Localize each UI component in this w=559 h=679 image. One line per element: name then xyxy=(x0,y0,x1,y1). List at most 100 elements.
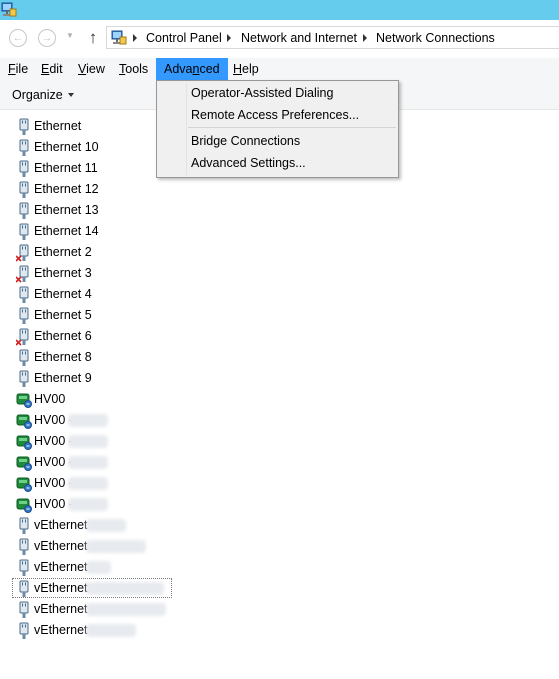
redacted-text xyxy=(86,540,146,553)
connection-item[interactable]: HV00 - xyxy=(14,494,314,515)
ethernet-icon xyxy=(16,538,32,556)
connection-name: HV00 xyxy=(34,392,66,406)
forward-button[interactable]: → xyxy=(38,29,56,47)
menu-advanced-pre: Adva xyxy=(164,62,193,76)
ethernet-icon xyxy=(16,601,32,619)
menu-file-access-key: F xyxy=(8,62,16,76)
connection-name: Ethernet 2 xyxy=(34,245,92,259)
arrow-left-icon: ← xyxy=(12,32,24,44)
connection-name: Ethernet 10 xyxy=(34,140,99,154)
ethernet-icon xyxy=(16,160,32,178)
menu-advanced[interactable]: Advanced xyxy=(156,58,228,80)
menu-view[interactable]: View xyxy=(70,58,113,80)
ethernet-icon xyxy=(16,370,32,388)
connection-name: vEthernet xyxy=(34,602,88,616)
breadcrumb-network-connections[interactable]: Network Connections xyxy=(376,30,495,46)
menu-file-rest: ile xyxy=(15,62,29,76)
menu-separator xyxy=(188,127,396,128)
redacted-text xyxy=(86,561,111,574)
connection-name: Ethernet 12 xyxy=(34,182,99,196)
menu-edit[interactable]: Edit xyxy=(33,58,71,80)
menu-item-advanced-settings[interactable]: Advanced Settings... xyxy=(191,153,306,173)
menu-item-operator-assisted-dialing[interactable]: Operator-Assisted Dialing xyxy=(191,83,333,103)
team-adapter-icon xyxy=(16,496,32,514)
redacted-text xyxy=(86,519,126,532)
ethernet-icon xyxy=(16,223,32,241)
breadcrumb-arrow-icon[interactable] xyxy=(363,34,367,42)
breadcrumb-network-and-internet[interactable]: Network and Internet xyxy=(241,30,357,46)
connection-item[interactable]: Ethernet 13 xyxy=(14,200,314,221)
breadcrumb-control-panel[interactable]: Control Panel xyxy=(146,30,222,46)
back-button[interactable]: ← xyxy=(9,29,27,47)
connection-name: Ethernet 13 xyxy=(34,203,99,217)
menu-view-rest: iew xyxy=(86,62,105,76)
menu-file[interactable]: File xyxy=(0,58,36,80)
connection-name: Ethernet 11 xyxy=(34,161,98,175)
connection-item[interactable]: Ethernet 14 xyxy=(14,221,314,242)
connection-item[interactable]: HV00 - xyxy=(14,452,314,473)
connection-name: vEthernet xyxy=(34,581,88,595)
ethernet-icon xyxy=(16,517,32,535)
connection-item[interactable]: vEthernet xyxy=(14,515,314,536)
redacted-text xyxy=(86,582,164,595)
connection-name: Ethernet 4 xyxy=(34,287,92,301)
connection-item[interactable]: vEthernet xyxy=(14,536,314,557)
connection-item[interactable]: vEthernet xyxy=(14,599,314,620)
connection-item[interactable]: Ethernet 8 xyxy=(14,347,314,368)
ethernet-icon xyxy=(16,139,32,157)
recent-locations-button[interactable]: ▼ xyxy=(66,32,74,40)
connection-item[interactable]: vEthernet xyxy=(14,620,314,641)
redacted-text xyxy=(86,603,166,616)
menu-item-remote-access-preferences[interactable]: Remote Access Preferences... xyxy=(191,105,359,125)
ethernet-disconnected-icon xyxy=(15,328,32,346)
connection-name: Ethernet 14 xyxy=(34,224,99,238)
arrow-right-icon: → xyxy=(41,32,53,44)
menu-edit-rest: dit xyxy=(49,62,63,76)
connection-item[interactable]: Ethernet 9 xyxy=(14,368,314,389)
connection-name: Ethernet 8 xyxy=(34,350,92,364)
ethernet-icon xyxy=(16,559,32,577)
connection-item[interactable]: Ethernet 3 xyxy=(14,263,314,284)
connection-item[interactable]: HV00 - xyxy=(14,431,314,452)
connection-name: vEthernet xyxy=(34,560,88,574)
menu-advanced-rest: ced xyxy=(199,62,220,76)
menu-view-access-key: V xyxy=(78,62,87,76)
menu-gutter xyxy=(186,83,187,175)
up-button[interactable]: ↑ xyxy=(85,28,101,48)
ethernet-icon xyxy=(16,580,32,598)
connections-list: Ethernet Ethernet 10 Ethernet 11 Ethernet 1… xyxy=(0,110,559,679)
connection-item[interactable]: Ethernet 5 xyxy=(14,305,314,326)
menu-bar: File Edit View Tools Advanced Help xyxy=(0,58,559,80)
chevron-down-icon[interactable] xyxy=(68,93,74,97)
redacted-text xyxy=(68,456,108,469)
connection-name: Ethernet 9 xyxy=(34,371,92,385)
ethernet-disconnected-icon xyxy=(15,265,32,283)
menu-item-bridge-connections[interactable]: Bridge Connections xyxy=(191,131,300,151)
connection-name: Ethernet 6 xyxy=(34,329,92,343)
breadcrumb-arrow-icon[interactable] xyxy=(133,34,137,42)
connection-item[interactable]: Ethernet 4 xyxy=(14,284,314,305)
menu-tools[interactable]: Tools xyxy=(111,58,156,80)
connection-item[interactable]: Ethernet 12 xyxy=(14,179,314,200)
redacted-text xyxy=(68,435,108,448)
connection-item[interactable]: vEthernet xyxy=(14,557,314,578)
menu-help-rest: elp xyxy=(242,62,259,76)
menu-help[interactable]: Help xyxy=(225,58,267,80)
organize-button[interactable]: Organize xyxy=(12,87,63,103)
control-panel-icon[interactable] xyxy=(1,2,17,18)
redacted-text xyxy=(68,477,108,490)
connection-item[interactable]: HV00 - xyxy=(14,473,314,494)
connection-item[interactable]: Ethernet 6 xyxy=(14,326,314,347)
ethernet-icon xyxy=(16,622,32,640)
connection-item[interactable]: HV00 - xyxy=(14,410,314,431)
connection-name: vEthernet xyxy=(34,518,88,532)
connection-item[interactable]: vEthernet xyxy=(12,578,314,599)
connection-name: vEthernet xyxy=(34,623,88,637)
window-title-bar[interactable] xyxy=(0,0,559,20)
address-bar[interactable]: Control Panel Network and Internet Netwo… xyxy=(106,26,559,49)
breadcrumb-arrow-icon[interactable] xyxy=(227,34,231,42)
connection-item[interactable]: HV00 xyxy=(14,389,314,410)
connection-item[interactable]: Ethernet 2 xyxy=(14,242,314,263)
connection-name: Ethernet 5 xyxy=(34,308,92,322)
connection-name: Ethernet xyxy=(34,119,82,133)
